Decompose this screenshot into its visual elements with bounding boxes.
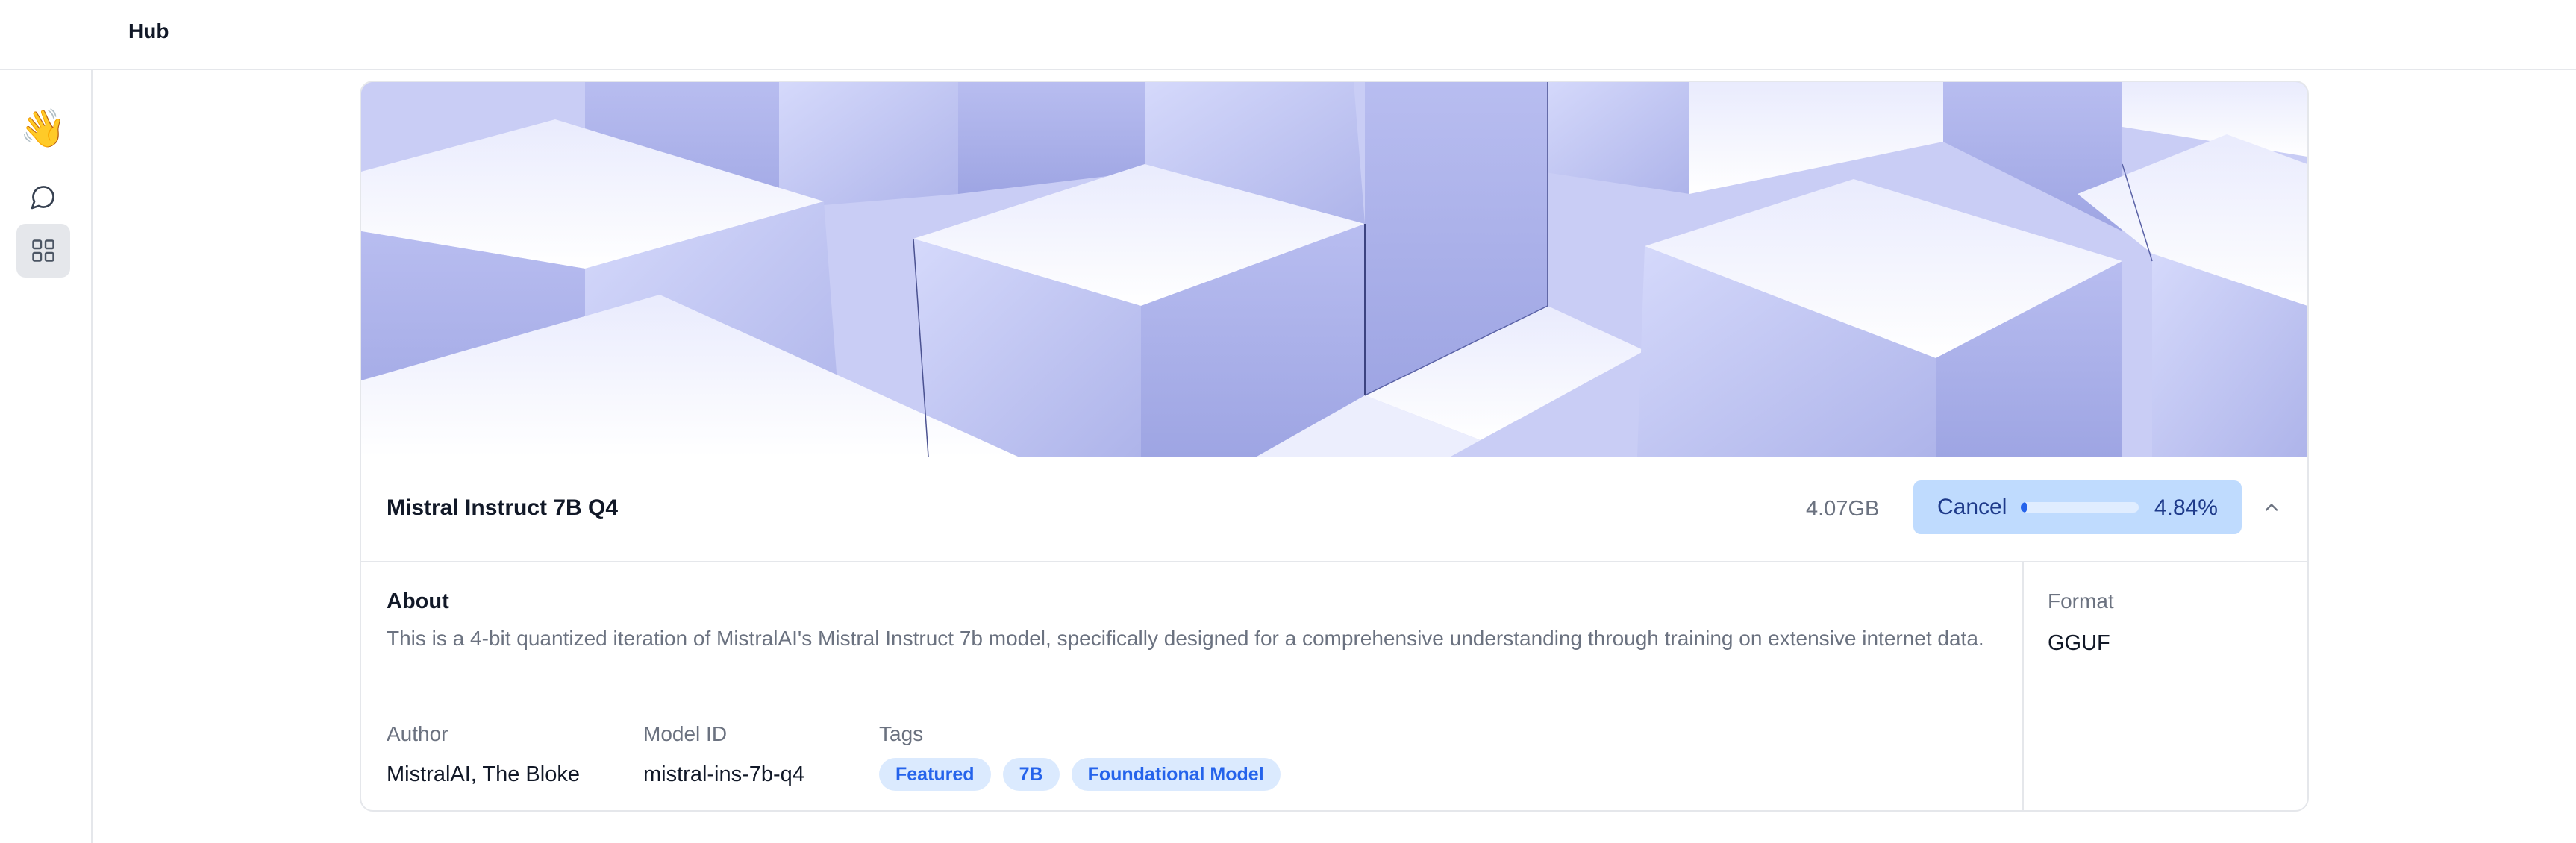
model-details: About This is a 4-bit quantized iteratio… bbox=[361, 562, 2307, 810]
chevron-up-icon bbox=[2265, 504, 2278, 511]
download-progress-bar bbox=[2021, 502, 2139, 513]
sidebar-item-chat[interactable] bbox=[16, 170, 70, 224]
tags-label: Tags bbox=[879, 722, 924, 745]
format-value: GGUF bbox=[2048, 631, 2110, 655]
sidebar: 👋 bbox=[0, 70, 93, 843]
model-summary-row: Mistral Instruct 7B Q4 4.07GB Cancel 4.8… bbox=[361, 457, 2307, 562]
waving-hand-icon: 👋 bbox=[19, 107, 67, 149]
about-description: This is a 4-bit quantized iteration of M… bbox=[387, 627, 1984, 650]
about-heading: About bbox=[387, 589, 449, 613]
collapse-button[interactable] bbox=[2257, 492, 2286, 522]
model-size: 4.07GB bbox=[1806, 497, 1880, 521]
chat-bubble-icon bbox=[31, 186, 54, 210]
tag-list: Featured 7B Foundational Model bbox=[879, 758, 1281, 791]
download-progress-fill bbox=[2021, 502, 2027, 513]
tag-badge: 7B bbox=[1002, 758, 1060, 791]
model-id-label: Model ID bbox=[643, 722, 728, 745]
sidebar-item-hub[interactable] bbox=[16, 224, 70, 278]
details-divider bbox=[2022, 562, 2024, 810]
grid-icon bbox=[32, 239, 54, 262]
page-title: Hub bbox=[128, 19, 169, 43]
top-bar: Hub bbox=[0, 0, 2576, 70]
author-value: MistralAI, The Bloke bbox=[387, 762, 580, 786]
tag-badge: Foundational Model bbox=[1071, 758, 1281, 791]
model-name: Mistral Instruct 7B Q4 bbox=[387, 495, 619, 520]
cancel-download-button[interactable]: Cancel 4.84% bbox=[1913, 480, 2242, 534]
author-label: Author bbox=[387, 722, 448, 745]
tag-badge: Featured bbox=[879, 758, 991, 791]
model-card: Mistral Instruct 7B Q4 4.07GB Cancel 4.8… bbox=[360, 81, 2309, 812]
model-banner-image bbox=[361, 82, 2307, 457]
cancel-button-label: Cancel bbox=[1937, 495, 2007, 519]
download-progress-percent: 4.84% bbox=[2154, 495, 2218, 520]
sidebar-item-welcome[interactable]: 👋 bbox=[16, 101, 70, 155]
model-id-value: mistral-ins-7b-q4 bbox=[643, 762, 804, 786]
format-label: Format bbox=[2048, 589, 2114, 612]
